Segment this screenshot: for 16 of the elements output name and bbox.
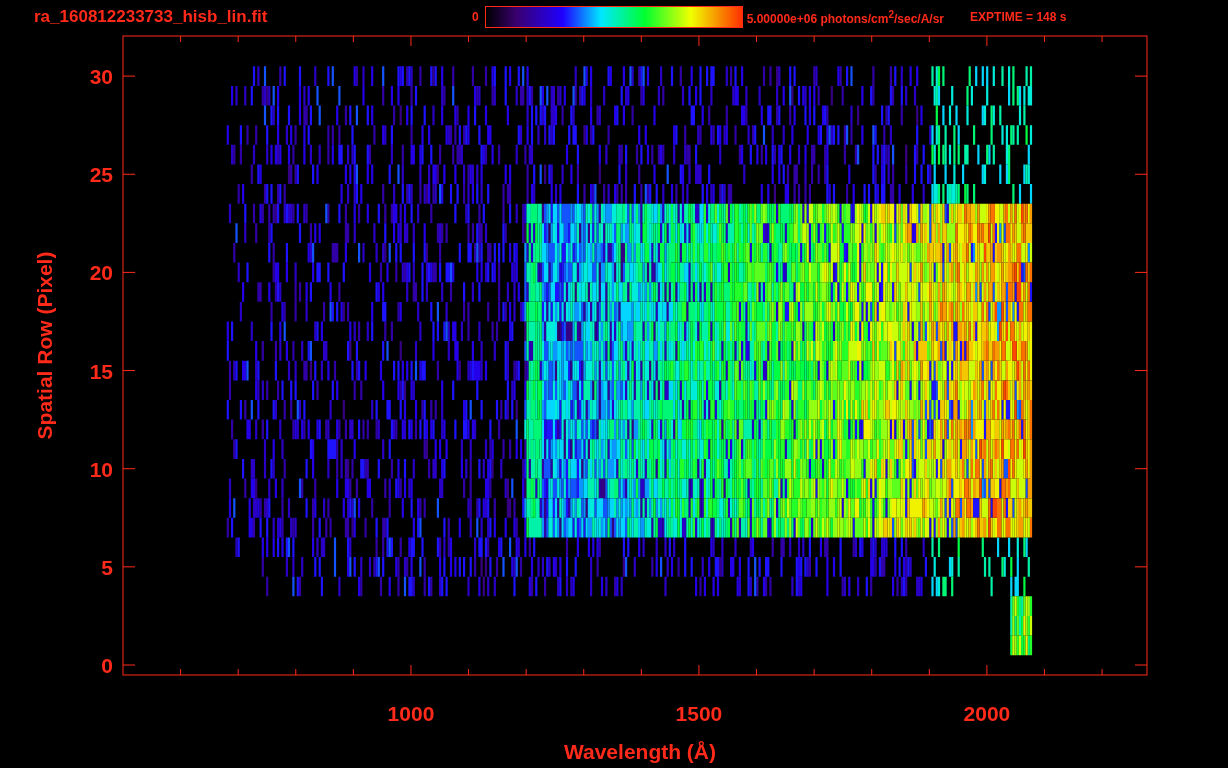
colorbar-min-label: 0 [472,10,479,24]
x-tick-label: 2000 [963,702,1011,725]
exptime-label: EXPTIME = 148 s [970,10,1067,24]
y-tick-label: 10 [89,457,113,481]
y-tick-label: 0 [101,654,113,677]
x-axis-label: Wavelength (Å) [563,740,717,763]
file-title: ra_160812233733_hisb_lin.fit [34,7,269,27]
y-axis-label: Spatial Row (Pixel) [33,251,56,440]
y-tick-label: 20 [89,261,113,285]
y-tick-label: 15 [89,359,113,383]
y-tick-label: 5 [101,555,113,579]
y-tick-label: 25 [89,163,113,187]
x-tick-label: 1000 [387,702,435,725]
colorbar-max-label: 5.00000e+06 photons/cm$^{2}$/sec/A/sr [746,8,945,26]
x-tick-label: 1500 [675,702,723,725]
y-tick-label: 30 [89,65,113,89]
